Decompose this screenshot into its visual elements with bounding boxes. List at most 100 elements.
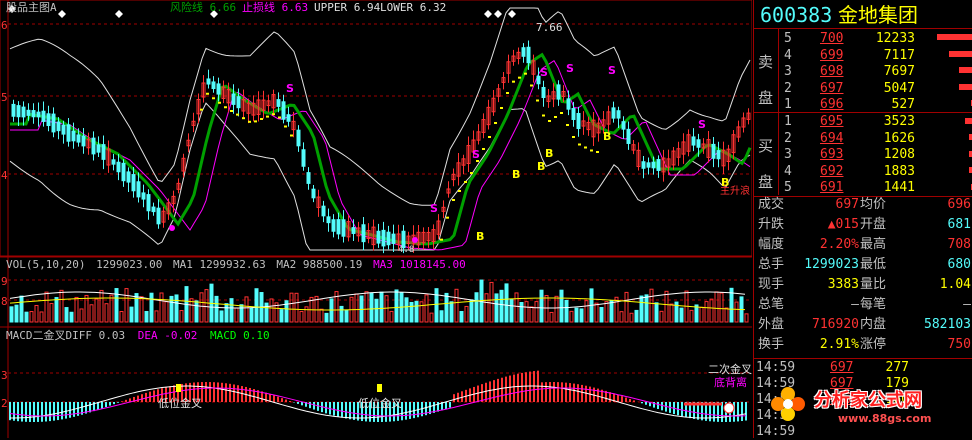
volume-bar xyxy=(559,289,564,323)
tick-row[interactable]: 14:59 697 277 xyxy=(754,359,972,376)
candle-body xyxy=(566,98,571,110)
volume-bar xyxy=(109,294,114,323)
volume-bar xyxy=(174,294,179,323)
stop-dot xyxy=(236,113,239,116)
stop-dot xyxy=(488,136,491,138)
volume-bar xyxy=(724,307,729,323)
divergence-marker xyxy=(723,402,735,414)
bid-row[interactable]: 2 694 1626 xyxy=(754,130,972,147)
vol-title: VOL(5,10,20) xyxy=(6,258,86,271)
bid-volume: 3523 xyxy=(883,114,915,129)
candle-body xyxy=(76,134,81,143)
stat-value-left: 2.91% xyxy=(819,337,859,352)
ask-row[interactable]: 2 697 5047 xyxy=(754,80,972,97)
candle-body xyxy=(16,105,21,118)
bid-row[interactable]: 3 693 1208 xyxy=(754,146,972,163)
tick-price: 697 xyxy=(830,360,854,375)
candle-body xyxy=(36,111,41,118)
bid-level: 2 xyxy=(784,130,792,146)
quote-panel: 600383 金地集团 卖 盘 买 盘 5 700 12233 4 699 711… xyxy=(753,0,972,439)
volume-bar xyxy=(339,305,344,323)
volume-bar xyxy=(134,293,139,323)
stat-label-left: 升跌 xyxy=(758,217,785,232)
bid-row[interactable]: 5 691 1441 xyxy=(754,179,972,196)
candle-body xyxy=(101,144,106,160)
sell-signal-marker: S xyxy=(566,62,574,75)
volume-bar xyxy=(304,306,309,323)
volume-bar xyxy=(249,307,254,323)
volume-bar xyxy=(234,307,239,323)
ask-volume: 7117 xyxy=(883,47,915,63)
candle-body xyxy=(281,101,286,120)
volume-bar xyxy=(394,289,399,323)
stat-row: 升跌 ▲015 开盘 681 xyxy=(754,216,972,233)
sell-signal-marker: S xyxy=(698,118,706,131)
stop-dot xyxy=(260,118,263,120)
candle-body xyxy=(71,130,76,142)
volume-bar xyxy=(459,311,464,323)
bid-row[interactable]: 4 692 1883 xyxy=(754,163,972,180)
ask-volume: 7697 xyxy=(883,64,915,79)
candle-body xyxy=(351,227,356,234)
stat-label-right: 内盘 xyxy=(860,317,887,332)
bid-level: 4 xyxy=(784,163,792,179)
stat-value-left: 2.20% xyxy=(819,237,859,252)
upper-band-label: UPPER 6.94 xyxy=(314,2,380,14)
bid-row[interactable]: 1 695 3523 xyxy=(754,113,972,130)
ask-level: 2 xyxy=(784,80,792,96)
volume-bar xyxy=(64,307,69,323)
candle-body xyxy=(646,162,651,168)
volume-bar xyxy=(494,293,499,323)
stop-dot xyxy=(242,117,245,120)
volume-bar xyxy=(79,308,84,323)
top-signal-diamond xyxy=(494,10,502,18)
ask-row[interactable]: 4 699 7117 xyxy=(754,47,972,64)
stop-dot xyxy=(254,120,257,123)
stop-dot xyxy=(224,106,227,109)
chart-area[interactable]: SSSSSSSBBBBBB 股品主图A 风险线 6.66 止损线 6.63 UP… xyxy=(0,0,752,438)
volume-bar xyxy=(639,295,644,323)
stop-dot xyxy=(212,97,215,100)
axis-label-macd-2: 2 xyxy=(1,397,8,410)
volume-bar xyxy=(409,301,414,323)
volume-bar xyxy=(669,303,674,323)
stat-value-right: 680 xyxy=(947,257,971,272)
volume-bar xyxy=(414,300,419,323)
candle-body xyxy=(41,110,46,122)
ask-volume: 5047 xyxy=(883,80,915,96)
volume-bar xyxy=(89,304,94,323)
stop-dot xyxy=(230,110,233,112)
volume-bar xyxy=(19,295,24,323)
candle-body xyxy=(51,113,56,133)
stat-value-right: — xyxy=(963,297,971,312)
bid-price: 691 xyxy=(820,180,844,195)
bid-level: 3 xyxy=(784,147,792,162)
stat-label-left: 现手 xyxy=(758,277,785,292)
ask-row[interactable]: 1 696 527 xyxy=(754,96,972,113)
low-signal-dot xyxy=(169,225,175,231)
volume-bar xyxy=(139,296,144,323)
candle-body xyxy=(331,219,336,232)
main-chart[interactable]: SS SSSSSBBBBBB xyxy=(0,0,752,438)
buy-signal-marker: B xyxy=(545,147,553,160)
volume-bar xyxy=(574,307,579,323)
risk-line-label: 风险线 6.66 xyxy=(170,2,236,14)
ask-row[interactable]: 3 698 7697 xyxy=(754,63,972,80)
stop-dot xyxy=(206,92,209,95)
candle-body xyxy=(556,84,561,100)
bid-volume: 1208 xyxy=(883,147,915,162)
ask-volume: 527 xyxy=(891,97,915,112)
top-signal-diamond xyxy=(484,10,492,18)
stop-dot xyxy=(278,116,281,119)
candle-body xyxy=(11,103,16,117)
candle-body xyxy=(81,135,86,147)
ask-level: 3 xyxy=(784,64,792,79)
candle-body xyxy=(66,124,71,142)
candle-body xyxy=(146,194,151,212)
candle-body xyxy=(136,181,141,198)
stat-label-right: 开盘 xyxy=(860,217,887,232)
axis-label-main-1: 6 xyxy=(1,19,8,32)
stop-dot xyxy=(596,151,599,153)
stop-loss-label: 止损线 6.63 xyxy=(242,2,308,14)
macd-note-divergence: 底背离 xyxy=(714,376,747,389)
